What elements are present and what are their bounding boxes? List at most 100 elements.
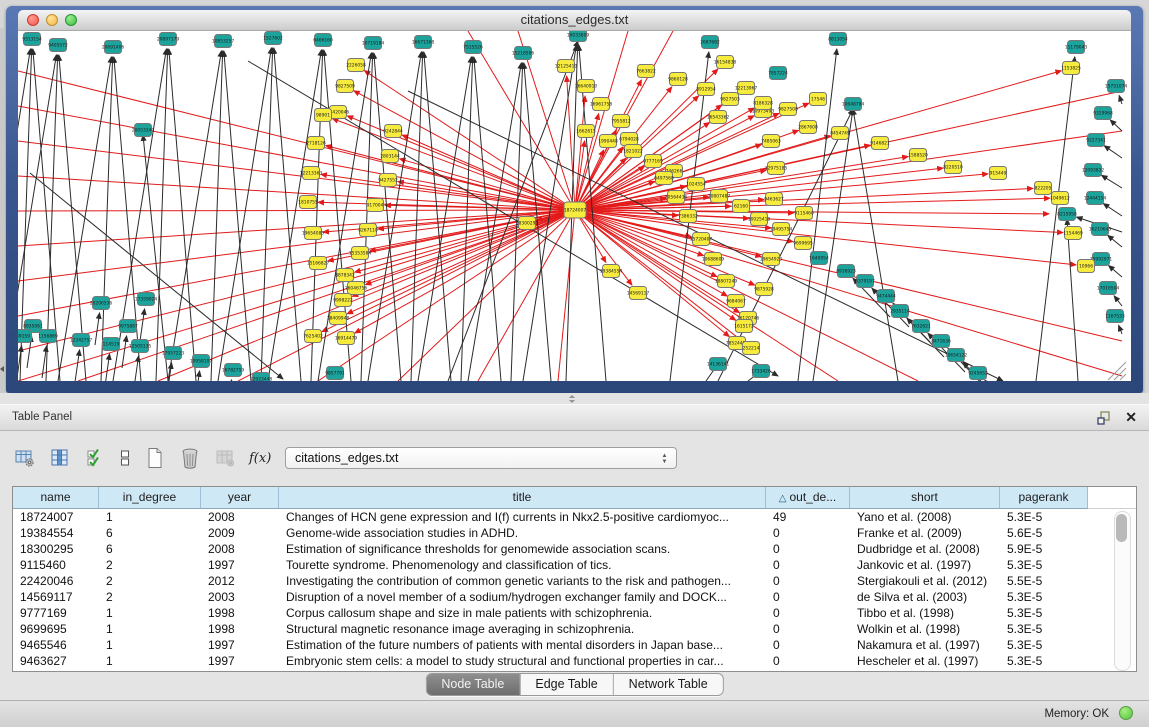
black-edge [1067,219,1078,381]
node-label: 10648784 [842,102,865,108]
node-label: 252214 [743,346,760,352]
vertical-scrollbar[interactable] [1114,511,1131,671]
tab-network-table[interactable]: Network Table [613,674,723,695]
table-cell-name: 14569117 [13,589,99,605]
table-body: 1872400712008Changes of HCN gene express… [13,509,1136,669]
black-edge [58,57,111,381]
node-label: 8220510 [943,165,963,171]
column-header-out_degree[interactable]: △out_de... [766,487,850,509]
tab-node-table[interactable]: Node Table [426,674,519,695]
node-label: 16543362 [707,115,730,121]
horizontal-splitter[interactable] [0,393,1149,404]
node-label: 10958107 [190,359,213,365]
column-header-pagerank[interactable]: pagerank [1000,487,1088,509]
table-row[interactable]: 1830029562008Estimation of significance … [13,541,1136,557]
node-label: 9857791 [325,371,345,377]
column-header-short[interactable]: short [850,487,1000,509]
table-row[interactable]: 977716911998Corpus callosum shape and si… [13,605,1136,621]
memory-ok-icon[interactable] [1119,706,1133,720]
float-window-icon[interactable] [1097,411,1111,425]
node-label: 2718126 [306,141,326,147]
node-label: 16210643 [1089,227,1112,233]
sort-ascending-icon: △ [779,493,787,504]
node-label: 1733426 [751,369,771,375]
tab-edge-table[interactable]: Edge Table [519,674,612,695]
table-cell-out_degree: 0 [766,589,850,605]
red-edge [352,210,575,296]
node-label: 17359924 [135,297,158,303]
window-titlebar[interactable]: citations_edges.txt [18,10,1131,31]
column-header-name[interactable]: name [13,487,99,509]
node-label: 9699695 [793,241,813,247]
node-label: 9463627 [764,197,784,203]
network-view[interactable]: 9313154940557220691406208971791085325715… [18,31,1131,381]
table-settings-icon[interactable] [14,447,36,469]
table-row[interactable]: 1938455462009Genome-wide association stu… [13,525,1136,541]
black-edge [1119,95,1122,104]
node-label: 9405572 [48,43,68,49]
node-label: 14569117 [627,291,650,297]
rows-icon[interactable] [119,447,131,469]
function-icon[interactable]: f(x) [249,451,271,466]
table-row[interactable]: 969969511998Structural magnetic resonanc… [13,621,1136,637]
table-panel-title: Table Panel [12,411,72,423]
table-row[interactable]: 1456911722003Disruption of a novel membe… [13,589,1136,605]
table-row[interactable]: 911546021997Tourette syndrome. Phenomeno… [13,557,1136,573]
table-cell-out_degree: 0 [766,621,850,637]
memory-status-label: Memory: OK [1044,708,1109,720]
table-cell-year: 2012 [201,573,279,589]
node-label: 8935061 [23,324,43,330]
node-label: 12505135 [129,344,152,350]
scrollbar-thumb[interactable] [1116,514,1127,542]
black-edge [1109,266,1122,277]
column-header-in_degree[interactable]: in_degree [99,487,201,509]
table-cell-year: 2008 [201,509,279,525]
red-edge [18,106,575,210]
table-cell-short: de Silva et al. (2003) [850,589,1000,605]
black-edge [411,52,423,381]
table-select-dropdown[interactable]: citations_edges.txt ▲▼ [285,447,677,469]
checklist-icon[interactable] [84,447,106,469]
table-row[interactable]: 946554611997Estimation of the future num… [13,637,1136,653]
new-document-icon[interactable] [144,447,166,469]
table-cell-pagerank: 5.3E-5 [1000,621,1088,637]
node-label: 9146821 [870,141,890,147]
table-cell-out_degree: 0 [766,541,850,557]
table-cell-year: 1997 [201,653,279,669]
table-row[interactable]: 1872400712008Changes of HCN gene express… [13,509,1136,525]
node-label: 10719184 [362,41,385,47]
black-edge [140,309,145,341]
node-label: 17016504 [1097,286,1120,292]
trash-icon[interactable] [179,447,201,469]
table-cell-title: Tourette syndrome. Phenomenology and cla… [279,557,766,573]
table-cell-out_degree: 0 [766,637,850,653]
table-cell-year: 2008 [201,541,279,557]
table-row[interactable]: 2242004622012Investigating the contribut… [13,573,1136,589]
table-row[interactable]: 946362711997Embryonic stem cells: a mode… [13,653,1136,669]
black-edge [1119,325,1122,334]
node-label: 1024554 [686,182,706,188]
node-label: 2687682 [700,40,720,46]
table-column-icon[interactable] [49,447,71,469]
node-label: 1821022 [623,149,643,155]
node-label: 114519 [103,342,120,348]
column-header-title[interactable]: title [279,487,766,509]
table-cell-name: 9465546 [13,637,99,653]
black-edge [368,52,421,381]
splitter-grip-icon[interactable] [567,395,577,403]
table-cell-short: Dudbridge et al. (2008) [850,541,1000,557]
close-icon[interactable]: ✕ [1125,409,1137,426]
node-label: 9827508 [778,107,798,113]
network-canvas[interactable]: 9313154940557220691406208971791085325715… [18,31,1131,381]
resize-grip-icon[interactable] [1120,374,1126,380]
table-cell-name: 9463627 [13,653,99,669]
black-edge [105,354,110,381]
table-cell-name: 22420046 [13,573,99,589]
node-label: 1153825 [1061,66,1081,72]
panel-collapse-icon[interactable] [0,366,4,372]
black-edge [75,350,80,381]
table-cell-title: Corpus callosum shape and size in male p… [279,605,766,621]
node-label: 1662615 [576,129,596,135]
column-header-year[interactable]: year [201,487,279,509]
left-panel-edge[interactable] [0,28,4,395]
